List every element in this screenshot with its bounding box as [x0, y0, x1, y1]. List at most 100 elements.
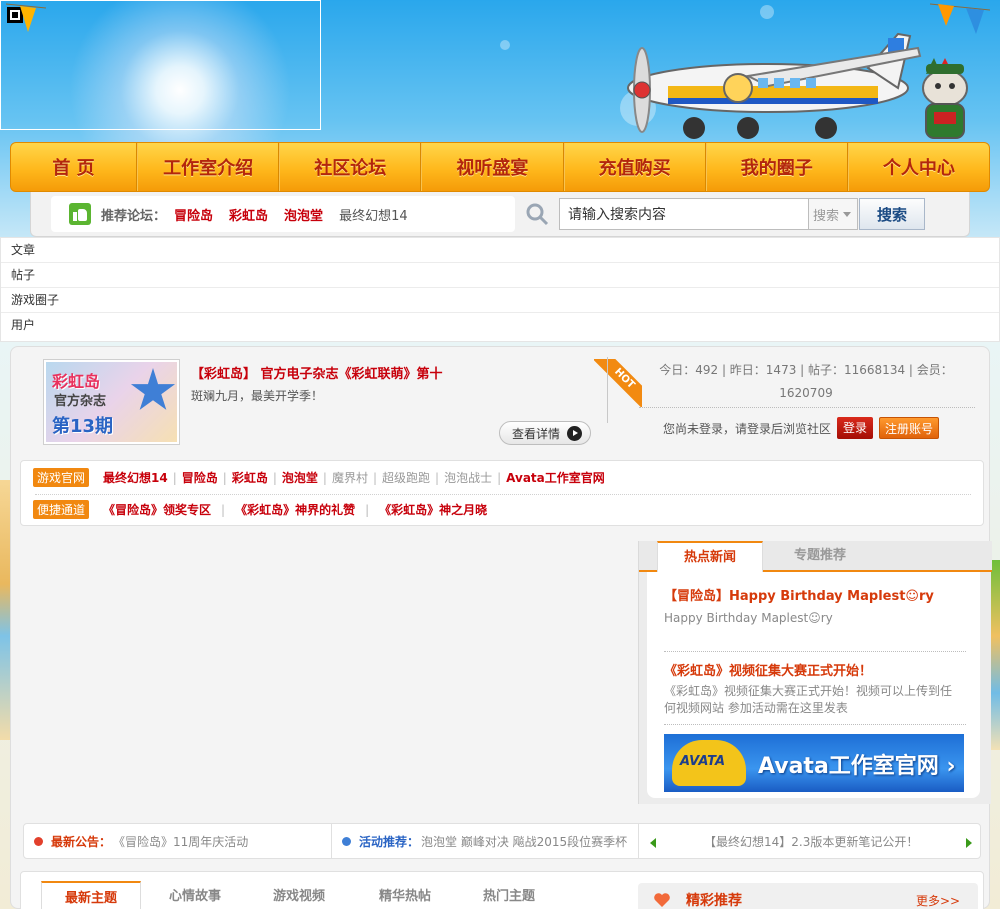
recommended-forum-link[interactable]: 冒险岛	[174, 205, 213, 224]
topics-section: 最新主题 心情故事 游戏视频 精华热帖 热门主题 精彩推荐 更多>>	[20, 871, 984, 909]
shortcut-link[interactable]: 《彩虹岛》神之月晓	[379, 501, 487, 518]
recommended-forum-link[interactable]: 泡泡堂	[284, 205, 323, 224]
official-site-link[interactable]: 超级跑跑	[382, 469, 430, 486]
official-site-link[interactable]: 冒险岛	[182, 469, 218, 486]
activity-recommendation[interactable]: 活动推荐： 泡泡堂 巅峰对决 飚战2015段位赛季杯	[342, 824, 627, 858]
dropdown-item-posts[interactable]: 帖子	[1, 263, 999, 288]
shortcut-link[interactable]: 《冒险岛》领奖专区	[103, 501, 211, 518]
tab-hot-topics[interactable]: 热门主题	[463, 881, 555, 909]
official-site-link[interactable]: 最终幻想14	[103, 469, 168, 486]
nav-home[interactable]: 首 页	[11, 143, 137, 191]
divider	[638, 824, 639, 858]
avata-banner-text: Avata工作室官网 ›	[758, 754, 956, 779]
divider	[639, 407, 975, 408]
search-icon	[526, 203, 549, 226]
dropdown-item-game-circles[interactable]: 游戏圈子	[1, 288, 999, 313]
shortcuts-row: 便捷通道 《冒险岛》领奖专区 | 《彩虹岛》神界的礼赞 | 《彩虹岛》神之月晓	[33, 500, 487, 519]
divider	[664, 651, 966, 652]
search-type-select[interactable]: 搜索	[808, 198, 858, 230]
quick-links-box: 游戏官网 最终幻想14 | 冒险岛 | 彩虹岛 | 泡泡堂 | 魔界村 | 超级跑跑 | 泡…	[20, 460, 984, 526]
news-item-title[interactable]: 《彩虹岛》视频征集大赛正式开始！	[664, 660, 872, 679]
announcement[interactable]: 最新公告： 《冒险岛》11周年庆活动	[34, 824, 248, 858]
highlights-title: 精彩推荐	[686, 893, 742, 909]
news-tabs: 热点新闻 专题推荐	[639, 541, 992, 572]
divider	[35, 494, 971, 495]
thumbs-up-icon	[69, 203, 91, 225]
banner-ad-frame[interactable]	[0, 0, 321, 130]
bubble-decoration	[760, 5, 774, 19]
featured-magazine-cover[interactable]: 彩虹岛 官方杂志 第13期	[43, 359, 180, 445]
news-list: 【冒险岛】Happy Birthday Maplest☺ry Happy Bir…	[647, 572, 980, 798]
nav-recharge[interactable]: 充值购买	[563, 143, 706, 191]
more-link[interactable]: 更多>>	[916, 892, 960, 909]
cover-text: 官方杂志	[54, 394, 107, 409]
cover-text: 彩虹岛	[52, 372, 101, 391]
dropdown-item-articles[interactable]: 文章	[1, 238, 999, 263]
tab-featured-topics[interactable]: 专题推荐	[767, 541, 873, 572]
dropdown-item-users[interactable]: 用户	[1, 313, 999, 338]
avata-studio-banner[interactable]: AVATA Avata工作室官网 ›	[664, 734, 964, 792]
official-site-link[interactable]: 泡泡堂	[282, 469, 318, 486]
announcement-text: 《冒险岛》11周年庆活动	[113, 834, 249, 849]
recommended-forums: 推荐论坛： 冒险岛 彩虹岛 泡泡堂 最终幻想14	[51, 196, 515, 232]
official-site-link[interactable]: Avata工作室官网	[506, 469, 605, 486]
arrow-left-icon[interactable]	[650, 838, 656, 848]
news-item-desc: 《彩虹岛》视频征集大赛正式开始！视频可以上传到任何视频网站 参加活动需在这里发表	[664, 684, 953, 715]
tab-hot-news[interactable]: 热点新闻	[657, 541, 763, 572]
shortcuts-tag: 便捷通道	[33, 500, 90, 519]
featured-article-title[interactable]: 【彩虹岛】 官方电子杂志《彩虹联萌》第十	[191, 363, 443, 382]
nav-forum[interactable]: 社区论坛	[279, 143, 422, 191]
nav-user-center[interactable]: 个人中心	[847, 143, 989, 191]
play-icon	[567, 426, 582, 441]
tab-game-videos[interactable]: 游戏视频	[253, 881, 345, 909]
search-input[interactable]	[559, 198, 809, 230]
hot-ribbon: HOT	[594, 359, 642, 407]
nav-my-circles[interactable]: 我的圈子	[705, 143, 848, 191]
recommended-forum-link[interactable]: 彩虹岛	[229, 205, 268, 224]
search-button[interactable]: 搜索	[859, 198, 925, 230]
featured-article-desc: 斑斓九月，最美开学季！	[191, 389, 324, 403]
search-type-value: 搜索	[813, 208, 840, 224]
activity-text: 泡泡堂 巅峰对决 飚战2015段位赛季杯	[421, 834, 628, 849]
news-item-title[interactable]: 【冒险岛】Happy Birthday Maplest☺ry	[664, 585, 934, 604]
star-icon	[130, 368, 176, 410]
header-banner	[0, 0, 1000, 142]
announcement-label: 最新公告：	[51, 834, 112, 849]
hot-label: HOT	[594, 359, 642, 407]
scroll-news[interactable]: 【最终幻想14】2.3版本更新笔记公开！	[704, 824, 918, 858]
cat-mascot-icon	[922, 58, 968, 139]
tab-mood-stories[interactable]: 心情故事	[149, 881, 241, 909]
divider	[331, 824, 332, 858]
news-box: 热点新闻 专题推荐 【冒险岛】Happy Birthday Maplest☺ry…	[638, 541, 992, 804]
login-button[interactable]: 登录	[837, 417, 874, 439]
highlights-box: 精彩推荐 更多>>	[638, 883, 978, 909]
recommend-search-bar: 推荐论坛： 冒险岛 彩虹岛 泡泡堂 最终幻想14 搜索 搜索	[30, 192, 970, 237]
search-area: 搜索 搜索	[517, 196, 967, 232]
tab-best-posts[interactable]: 精华热帖	[359, 881, 451, 909]
recommended-forum-link[interactable]: 最终幻想14	[339, 205, 408, 224]
official-site-link[interactable]: 泡泡战士	[444, 469, 492, 486]
arrow-right-icon[interactable]	[966, 838, 972, 848]
divider	[607, 357, 608, 423]
divider	[664, 724, 966, 725]
activity-label: 活动推荐：	[359, 834, 420, 849]
site-stats: 今日：492 | 昨日：1473 | 帖子：11668134 | 会员：1620…	[659, 363, 953, 400]
register-button[interactable]: 注册账号	[879, 417, 940, 439]
bubble-decoration	[500, 40, 510, 50]
view-details-label: 查看详情	[512, 426, 561, 441]
main-navigation: 首 页 工作室介绍 社区论坛 视听盛宴 充值购买 我的圈子 个人中心	[10, 142, 990, 192]
official-site-link[interactable]: 魔界村	[332, 469, 368, 486]
tab-latest-topics[interactable]: 最新主题	[41, 881, 141, 909]
nav-studio-intro[interactable]: 工作室介绍	[137, 143, 280, 191]
shortcut-link[interactable]: 《彩虹岛》神界的礼赞	[235, 501, 355, 518]
featured-article: 彩虹岛 官方杂志 第13期 【彩虹岛】 官方电子杂志《彩虹联萌》第十 斑斓九月，…	[43, 359, 642, 449]
blue-dot-icon	[342, 836, 351, 846]
recommended-forums-label: 推荐论坛：	[101, 208, 167, 224]
heart-icon	[654, 893, 670, 907]
chevron-down-icon	[843, 211, 852, 217]
airplane-illustration-icon	[627, 32, 922, 139]
view-details-button[interactable]: 查看详情	[499, 421, 591, 445]
nav-media[interactable]: 视听盛宴	[421, 143, 564, 191]
official-site-link[interactable]: 彩虹岛	[232, 469, 268, 486]
main-panel: 彩虹岛 官方杂志 第13期 【彩虹岛】 官方电子杂志《彩虹联萌》第十 斑斓九月，…	[10, 346, 992, 909]
